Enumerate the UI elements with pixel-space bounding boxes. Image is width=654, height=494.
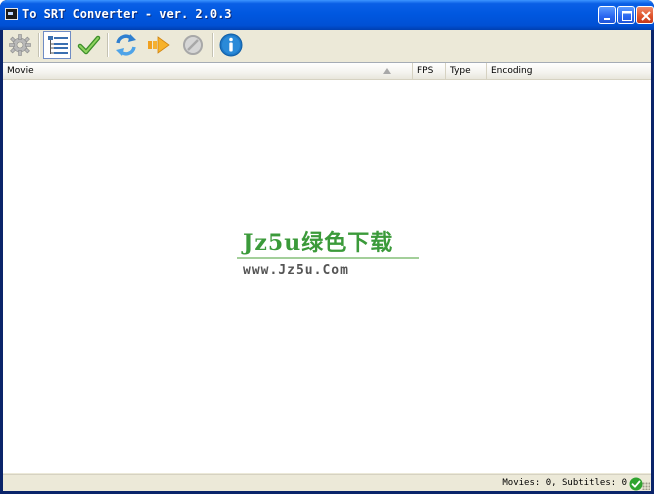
movie-list[interactable]: Movie FPS Type Encoding Jz5u绿色下载 www.Jz5… [3, 62, 651, 473]
resize-grip[interactable] [642, 482, 650, 490]
check-button[interactable] [75, 31, 103, 59]
gear-icon [9, 34, 31, 56]
watermark-url: www.Jz5u.Com [243, 263, 349, 278]
toolbar-separator [107, 33, 109, 57]
refresh-icon [116, 34, 136, 56]
close-button[interactable] [636, 6, 654, 24]
list-header: Movie FPS Type Encoding [3, 63, 651, 80]
watermark: Jz5u绿色下载 www.Jz5u.Com [237, 225, 427, 285]
column-header-type[interactable]: Type [446, 63, 487, 80]
sort-ascending-icon [383, 68, 391, 74]
app-icon[interactable] [5, 8, 18, 20]
minimize-icon [604, 18, 610, 20]
status-bar: Movies: 0, Subtitles: 0 [3, 474, 651, 491]
close-icon [641, 11, 651, 21]
arrow-right-icon [148, 36, 170, 54]
title-bar[interactable]: To SRT Converter - ver. 2.0.3 [0, 0, 654, 30]
about-button[interactable] [217, 31, 245, 59]
toolbar [3, 30, 651, 60]
list-view-button[interactable] [43, 31, 71, 59]
window-title: To SRT Converter - ver. 2.0.3 [22, 7, 232, 21]
app-window: To SRT Converter - ver. 2.0.3 Movie FPS … [0, 0, 654, 494]
ok-icon [629, 477, 643, 491]
watermark-logo: Jz5u绿色下载 [243, 230, 394, 256]
info-icon [219, 33, 243, 57]
stop-button[interactable] [179, 31, 207, 59]
checkmark-icon [77, 35, 101, 55]
settings-button[interactable] [6, 31, 34, 59]
toolbar-separator [212, 33, 214, 57]
minimize-button[interactable] [598, 6, 616, 24]
tree-list-icon [47, 35, 69, 57]
refresh-button[interactable] [112, 31, 140, 59]
column-header-movie[interactable]: Movie [3, 63, 413, 80]
maximize-icon [622, 11, 632, 21]
convert-button[interactable] [145, 31, 173, 59]
column-header-fps[interactable]: FPS [413, 63, 446, 80]
client-area: Movie FPS Type Encoding Jz5u绿色下载 www.Jz5… [3, 30, 651, 491]
maximize-button[interactable] [617, 6, 635, 24]
watermark-divider [237, 257, 419, 259]
stop-icon [183, 35, 203, 55]
toolbar-separator [38, 33, 40, 57]
column-header-encoding[interactable]: Encoding [487, 63, 651, 80]
status-counts: Movies: 0, Subtitles: 0 [502, 478, 627, 488]
